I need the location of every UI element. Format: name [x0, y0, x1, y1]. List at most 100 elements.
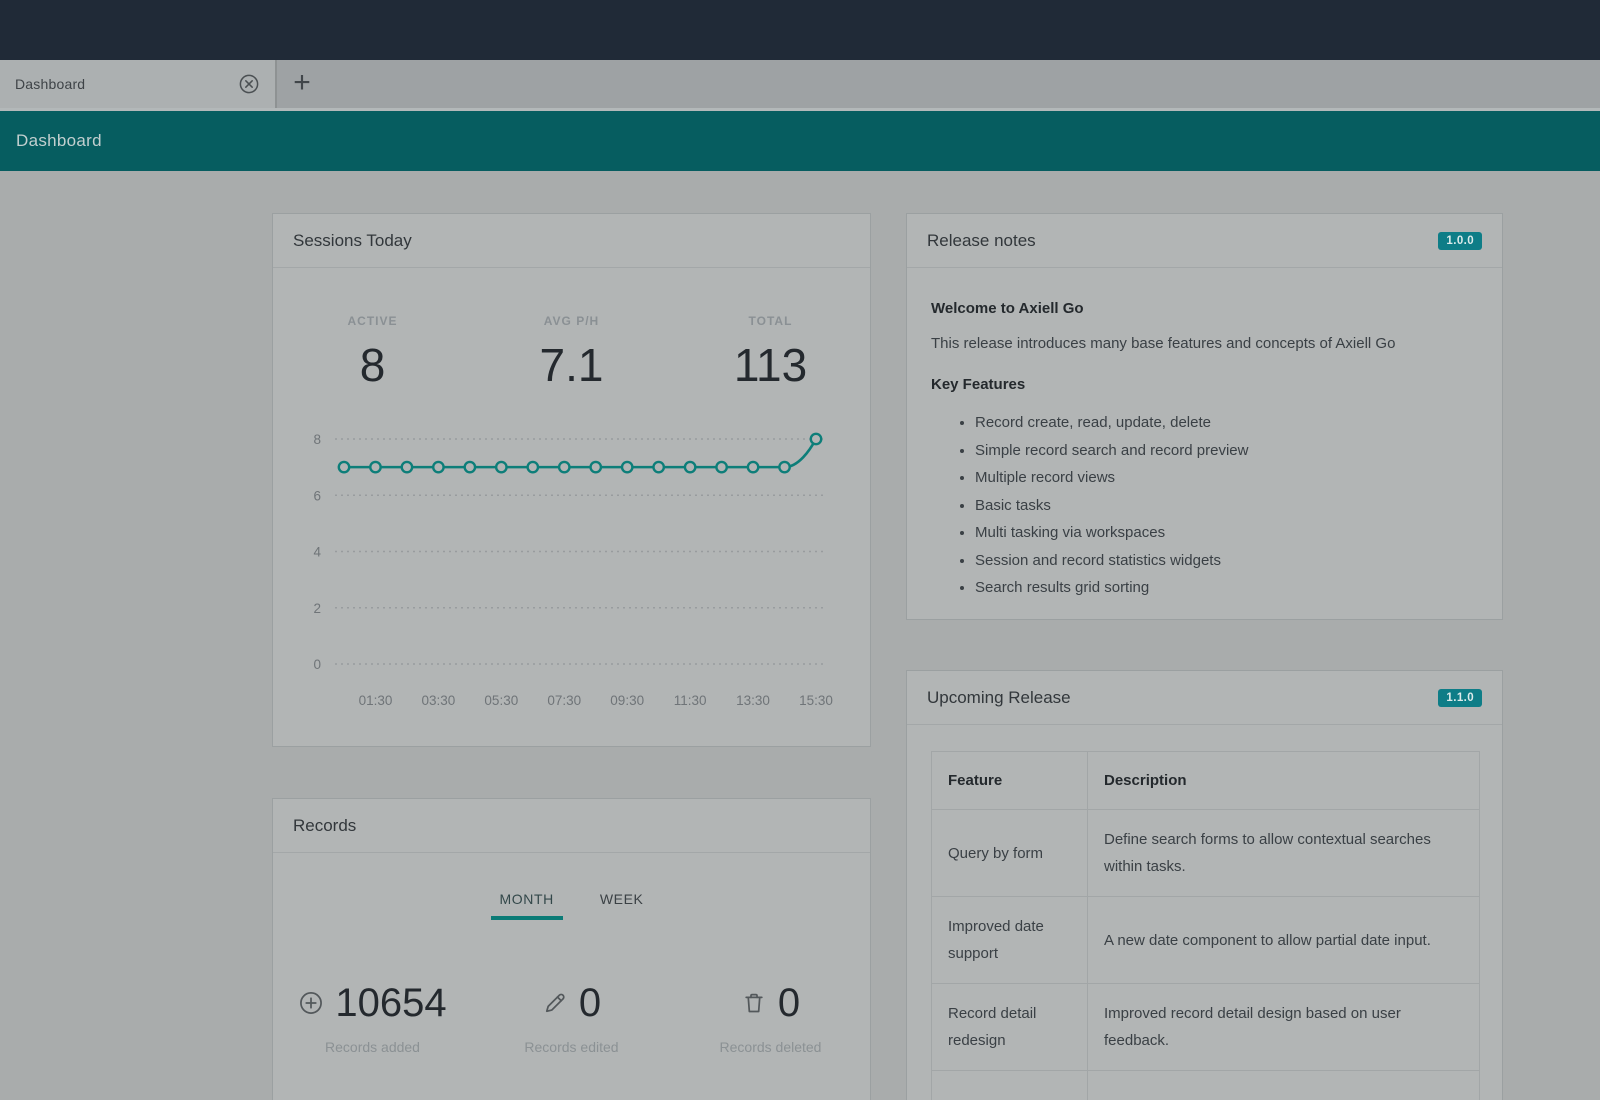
chart-line — [344, 439, 816, 467]
feature-cell: Improved date support — [932, 897, 1088, 984]
key-feature-item: Simple record search and record preview — [975, 437, 1478, 465]
session-stat-active: ACTIVE 8 — [273, 314, 472, 392]
y-axis-tick-label: 2 — [313, 601, 321, 616]
key-feature-item: Session and record statistics widgets — [975, 547, 1478, 575]
stat-value: 8 — [273, 338, 472, 392]
sessions-card-header: Sessions Today — [273, 214, 870, 268]
trash-icon — [741, 990, 767, 1016]
description-cell: Define search forms to allow contextual … — [1088, 810, 1480, 897]
record-stat-value: 10654 — [335, 981, 446, 1026]
key-features-list: Record create, read, update, deleteSimpl… — [975, 409, 1478, 602]
key-feature-item: Multi tasking via workspaces — [975, 519, 1478, 547]
chart-point — [779, 462, 789, 472]
chart-point — [653, 462, 663, 472]
x-axis-tick-label: 03:30 — [422, 693, 456, 708]
table-row — [932, 1071, 1480, 1100]
version-badge: 1.0.0 — [1438, 232, 1482, 250]
record-stat-label: Records edited — [524, 1039, 618, 1055]
version-badge: 1.1.0 — [1438, 689, 1482, 707]
records-tab-month[interactable]: MONTH — [491, 891, 563, 920]
y-axis-tick-label: 4 — [313, 545, 321, 560]
records-card-header: Records — [273, 799, 870, 853]
key-feature-item: Search results grid sorting — [975, 574, 1478, 602]
description-cell: Improved record detail design based on u… — [1088, 984, 1480, 1071]
stat-value: 7.1 — [472, 338, 671, 392]
x-axis-tick-label: 05:30 — [484, 693, 518, 708]
upcoming-release-card-header: Upcoming Release 1.1.0 — [907, 671, 1502, 725]
x-axis-tick-label: 07:30 — [547, 693, 581, 708]
page-title: Dashboard — [16, 131, 102, 151]
feature-cell: Record detail redesign — [932, 984, 1088, 1071]
x-axis-tick-label: 15:30 — [799, 693, 833, 708]
table-row: Record detail redesignImproved record de… — [932, 984, 1480, 1071]
table-header-feature: Feature — [932, 752, 1088, 810]
release-notes-card-title: Release notes — [927, 231, 1036, 251]
chart-point — [370, 462, 380, 472]
records-card: Records MONTH WEEK 10654Records added 0 Rec… — [272, 798, 871, 1100]
chart-point — [748, 462, 758, 472]
records-stats-row: 10654Records added 0 Records edited 0 Record… — [273, 979, 870, 1055]
table-header-description: Description — [1088, 752, 1480, 810]
record-stat-value: 0 — [579, 981, 601, 1026]
upcoming-release-card-title: Upcoming Release — [927, 688, 1071, 708]
chart-point — [622, 462, 632, 472]
welcome-heading: Welcome to Axiell Go — [931, 300, 1478, 317]
table-row: Query by formDefine search forms to allo… — [932, 810, 1480, 897]
stat-label: AVG P/H — [472, 314, 671, 328]
record-stat-label: Records deleted — [720, 1039, 822, 1055]
x-axis-tick-label: 01:30 — [359, 693, 393, 708]
key-feature-item: Multiple record views — [975, 464, 1478, 492]
record-stat-value: 0 — [778, 981, 800, 1026]
chart-point — [433, 462, 443, 472]
chart-point — [402, 462, 412, 472]
key-feature-item: Basic tasks — [975, 492, 1478, 520]
record-stat-records-deleted: 0 Records deleted — [671, 979, 870, 1055]
pencil-icon — [542, 990, 568, 1016]
chart-point — [528, 462, 538, 472]
table-row: Improved date supportA new date componen… — [932, 897, 1480, 984]
chart-point — [339, 462, 349, 472]
y-axis-tick-label: 0 — [313, 657, 321, 672]
stat-value: 113 — [671, 338, 870, 392]
upcoming-features-table: Feature Description Query by formDefine … — [931, 751, 1480, 1100]
records-card-title: Records — [293, 816, 356, 836]
feature-cell: Query by form — [932, 810, 1088, 897]
feature-cell — [932, 1071, 1088, 1100]
x-axis-tick-label: 13:30 — [736, 693, 770, 708]
plus-icon: + — [293, 68, 311, 98]
release-notes-card: Release notes 1.0.0 Welcome to Axiell Go… — [906, 213, 1503, 620]
stat-label: ACTIVE — [273, 314, 472, 328]
y-axis-tick-label: 6 — [313, 488, 321, 503]
chart-point — [496, 462, 506, 472]
records-tab-week[interactable]: WEEK — [591, 891, 653, 920]
y-axis-tick-label: 8 — [313, 432, 321, 447]
description-cell — [1088, 1071, 1480, 1100]
sessions-stats-row: ACTIVE 8AVG P/H 7.1TOTAL 113 — [273, 314, 870, 392]
record-stat-records-edited: 0 Records edited — [472, 979, 671, 1055]
new-workspace-tab-button[interactable]: + — [283, 60, 321, 108]
release-notes-body: Welcome to Axiell Go This release introd… — [907, 268, 1502, 602]
record-stat-records-added: 10654Records added — [273, 979, 472, 1055]
page-header: Dashboard — [0, 111, 1600, 171]
records-period-tabs: MONTH WEEK — [273, 891, 870, 920]
upcoming-release-card: Upcoming Release 1.1.0 Feature Descripti… — [906, 670, 1503, 1100]
sessions-today-card: Sessions Today ACTIVE8AVG P/H7.1TOTAL113… — [272, 213, 871, 747]
chart-point — [559, 462, 569, 472]
session-stat-avg-p-h: AVG P/H 7.1 — [472, 314, 671, 392]
workspace-tab-label: Dashboard — [15, 76, 85, 92]
workspace-tab-bar: Dashboard + — [0, 60, 1600, 111]
circle-plus-icon — [298, 990, 324, 1016]
chart-point — [591, 462, 601, 472]
x-axis-tick-label: 11:30 — [674, 693, 707, 708]
workspace-tab-dashboard[interactable]: Dashboard — [0, 60, 277, 108]
chart-point — [465, 462, 475, 472]
x-axis-tick-label: 09:30 — [610, 693, 644, 708]
key-features-heading: Key Features — [931, 376, 1478, 393]
close-tab-button[interactable] — [238, 73, 260, 95]
key-feature-item: Record create, read, update, delete — [975, 409, 1478, 437]
description-cell: A new date component to allow partial da… — [1088, 897, 1480, 984]
stat-label: TOTAL — [671, 314, 870, 328]
sessions-line-chart: 0 2 4 6 8 01:30 03:30 05:30 07:30 09:30 11:30 13:30… — [273, 414, 872, 724]
chart-point — [685, 462, 695, 472]
circle-x-icon — [238, 73, 260, 95]
